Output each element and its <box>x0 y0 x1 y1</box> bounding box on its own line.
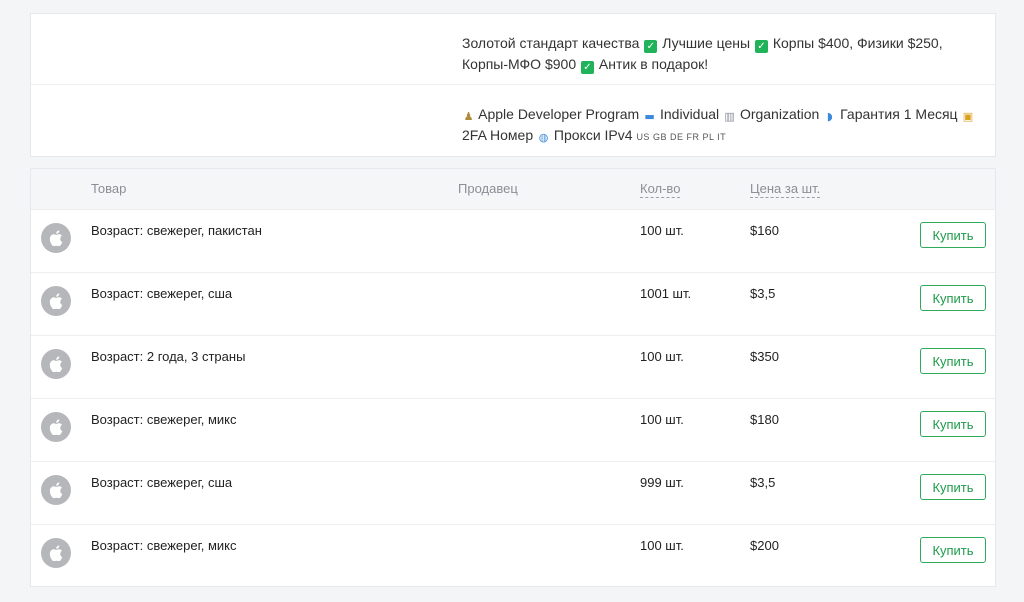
header-product: Товар <box>91 181 127 196</box>
product-qty: 100 шт. <box>640 538 684 553</box>
product-price: $3,5 <box>750 475 776 490</box>
product-price: $350 <box>750 349 779 364</box>
office-building-icon: ▥ <box>724 110 735 123</box>
buy-button[interactable]: Купить <box>920 222 986 248</box>
buy-button[interactable]: Купить <box>920 474 986 500</box>
buy-button[interactable]: Купить <box>920 537 986 563</box>
product-name: Возраст: свежерег, микс <box>91 538 237 553</box>
shield-icon: ◗ <box>826 110 833 123</box>
table-row: Возраст: свежерег, сша 1001 шт. $3,5 Купить <box>31 272 995 335</box>
apple-icon <box>41 538 71 568</box>
product-qty: 100 шт. <box>640 412 684 427</box>
promo-feature-2fa: 2FA Номер <box>462 127 534 143</box>
apple-icon <box>41 412 71 442</box>
product-qty: 100 шт. <box>640 223 684 238</box>
developer-person-icon: ♟ <box>463 110 474 123</box>
table-row: Возраст: 2 года, 3 страны 100 шт. $350 Купи… <box>31 335 995 398</box>
apple-icon <box>41 286 71 316</box>
product-price: $3,5 <box>750 286 776 301</box>
product-name: Возраст: свежерег, пакистан <box>91 223 262 238</box>
table-row: Возраст: свежерег, пакистан 100 шт. $160 Ку… <box>31 209 995 272</box>
promo-benefit-quality: Золотой стандарт качества <box>462 35 640 51</box>
promo-panel: Золотой стандарт качества ✓ Лучшие цены … <box>30 13 996 157</box>
apple-icon <box>41 475 71 505</box>
check-icon: ✓ <box>581 61 594 74</box>
apple-icon <box>41 223 71 253</box>
apple-icon <box>41 349 71 379</box>
promo-benefit-antik: Антик в подарок! <box>598 56 709 72</box>
promo-feature-program: Apple Developer Program <box>478 106 640 122</box>
promo-feature-proxy: Прокси IPv4 <box>553 127 633 143</box>
buy-button[interactable]: Купить <box>920 348 986 374</box>
check-icon: ✓ <box>644 40 658 53</box>
product-qty: 999 шт. <box>640 475 684 490</box>
promo-feature-warranty: Гарантия 1 Месяц <box>840 106 958 122</box>
promo-benefit-prices: Лучшие цены <box>662 35 751 51</box>
promo-row-benefits: Золотой стандарт качества ✓ Лучшие цены … <box>31 14 995 85</box>
product-name: Возраст: свежерег, сша <box>91 286 233 301</box>
table-row: Возраст: свежерег, сша 999 шт. $3,5 Купить <box>31 461 995 524</box>
promo-feature-individual: Individual <box>660 106 720 122</box>
buy-button[interactable]: Купить <box>920 285 986 311</box>
promo-feature-organization: Organization <box>739 106 820 122</box>
buy-button[interactable]: Купить <box>920 411 986 437</box>
promo-features-text: ♟ Apple Developer Program ▬ Individual ▥… <box>462 104 982 148</box>
header-price[interactable]: Цена за шт. <box>750 181 821 198</box>
header-qty[interactable]: Кол-во <box>640 181 681 198</box>
product-qty: 1001 шт. <box>640 286 692 301</box>
product-name: Возраст: 2 года, 3 страны <box>91 349 246 364</box>
promo-row-features: ♟ Apple Developer Program ▬ Individual ▥… <box>31 85 995 157</box>
check-icon: ✓ <box>754 40 768 53</box>
proxy-countries: US GB DE FR PL IT <box>636 132 727 142</box>
table-row: Возраст: свежерег, микс 100 шт. $200 Купить <box>31 524 995 587</box>
table-row: Возраст: свежерег, микс 100 шт. $180 Купить <box>31 398 995 461</box>
product-price: $180 <box>750 412 779 427</box>
product-name: Возраст: свежерег, микс <box>91 412 237 427</box>
globe-icon: ◍ <box>538 131 549 144</box>
product-table: Товар Продавец Кол-во Цена за шт. Возрас… <box>30 168 996 587</box>
laptop-icon: ▬ <box>644 110 655 123</box>
product-name: Возраст: свежерег, сша <box>91 475 233 490</box>
product-qty: 100 шт. <box>640 349 684 364</box>
promo-benefits-text: Золотой стандарт качества ✓ Лучшие цены … <box>462 33 982 75</box>
lock-icon: ▣ <box>962 110 974 123</box>
product-price: $200 <box>750 538 779 553</box>
header-seller: Продавец <box>458 181 518 196</box>
product-price: $160 <box>750 223 779 238</box>
table-header: Товар Продавец Кол-во Цена за шт. <box>31 169 995 209</box>
